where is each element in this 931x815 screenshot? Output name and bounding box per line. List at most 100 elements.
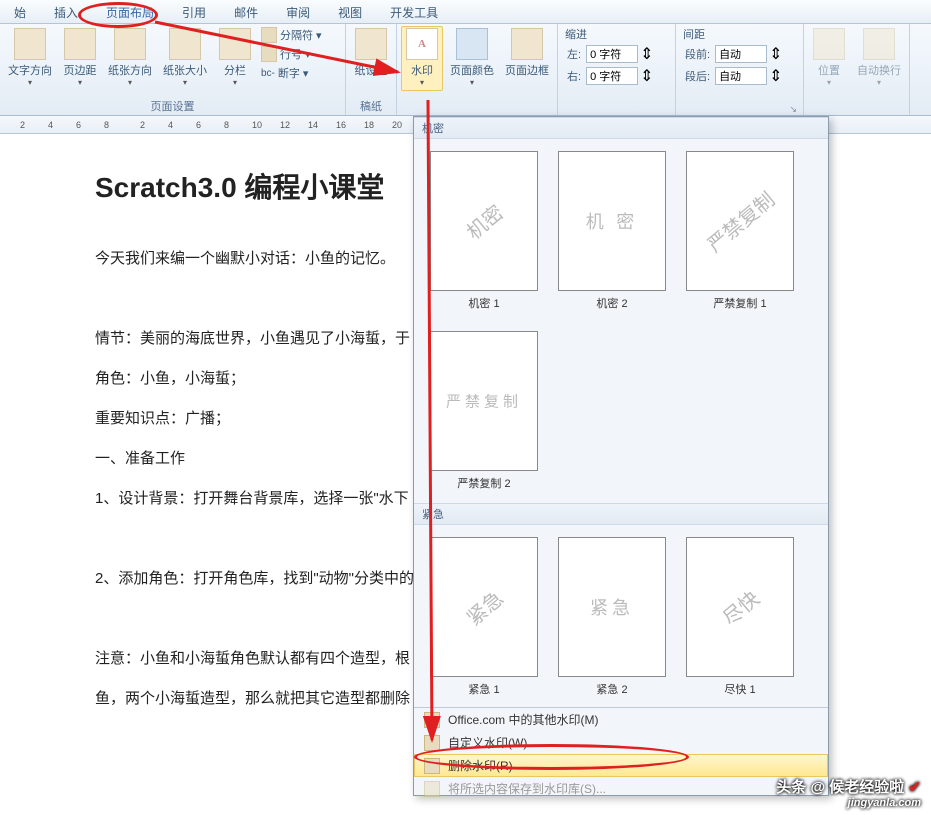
spacing-after-input[interactable] [715,67,767,85]
chevron-down-icon: ▾ [233,78,237,87]
tab-insert[interactable]: 插入 [40,0,92,23]
page-color-button[interactable]: 页面颜色▾ [446,26,498,89]
watermark-option-nocopy-2[interactable]: 严禁复制 严禁复制 2 [430,331,538,491]
lineno-icon [261,46,277,62]
watermark-preview-text: 严禁复制 [700,184,780,258]
position-button[interactable]: 位置▾ [808,26,850,89]
watermark-preview-text: 尽快 [715,583,764,631]
paper-setting-label: 纸设置 [355,62,388,78]
tab-start[interactable]: 始 [0,0,40,23]
paper-setting-button[interactable]: 纸设置 [350,26,392,80]
paper-size-label: 纸张大小 [163,62,207,78]
tab-dev-tools[interactable]: 开发工具 [376,0,452,23]
group-paper: 纸设置 稿纸 [346,24,397,115]
columns-label: 分栏 [224,62,246,78]
dropdown-section-urgent: 紧急 [414,503,828,525]
group-label-arrange [808,101,905,115]
attribution-line2: jingyanla.com [776,797,921,809]
group-label-spacing: ↘ [680,101,799,115]
watermark-option-urgent-1[interactable]: 紧急 紧急 1 [430,537,538,697]
group-indent: 缩进 左: ⇕ 右: ⇕ [558,24,676,115]
watermark-option-asap-1[interactable]: 尽快 尽快 1 [686,537,794,697]
watermark-button[interactable]: A水印▾ [401,26,443,91]
remove-watermark-item[interactable]: 删除水印(R) [414,754,828,777]
chevron-down-icon: ▾ [303,67,309,80]
watermark-caption: 机密 2 [558,295,666,311]
spacing-before-label: 段前: [682,46,713,62]
indent-left-input[interactable] [586,45,638,63]
spinner-icon[interactable]: ⇕ [769,66,782,86]
more-watermarks-office-item[interactable]: Office.com 中的其他水印(M) [414,708,828,731]
indent-left-label: 左: [564,46,584,62]
watermark-dropdown: 机密 机密 机密 1 机 密 机密 2 严禁复制 严禁复制 1 严禁复制 严禁复… [413,116,829,796]
custom-watermark-item[interactable]: 自定义水印(W)... [414,731,828,754]
watermark-caption: 紧急 2 [558,681,666,697]
chevron-down-icon: ▾ [470,78,474,87]
watermark-caption: 紧急 1 [430,681,538,697]
hyphen-label: 断字 [278,65,300,81]
chevron-down-icon: ▾ [28,78,32,87]
tab-page-layout[interactable]: 页面布局 [92,0,168,23]
chevron-down-icon: ▾ [305,48,311,61]
paper-size-button[interactable]: 纸张大小▾ [159,26,211,89]
dialog-launcher-icon[interactable]: ↘ [789,104,797,115]
group-arrange: 位置▾ 自动换行▾ [804,24,910,115]
tab-mail[interactable]: 邮件 [220,0,272,23]
watermark-preview-text: 机密 [459,197,508,245]
chevron-down-icon: ▾ [827,78,831,87]
breaks-label: 分隔符 [280,27,313,43]
tab-references[interactable]: 引用 [168,0,220,23]
chevron-down-icon: ▾ [316,29,322,42]
dropdown-footer: Office.com 中的其他水印(M) 自定义水印(W)... 删除水印(R)… [414,707,828,800]
page-border-button[interactable]: 页面边框 [501,26,553,80]
image-attribution: 头条 @ 候老经验啦 ✔ jingyanla.com [776,776,921,809]
indent-right-input[interactable] [586,67,638,85]
ribbon: 文字方向▾ 页边距▾ 纸张方向▾ 纸张大小▾ 分栏▾ 分隔符▾ 行号▾ bc-断… [0,24,931,116]
watermark-option-confidential-1[interactable]: 机密 机密 1 [430,151,538,311]
watermark-caption: 严禁复制 2 [430,475,538,491]
spinner-icon[interactable]: ⇕ [640,66,653,86]
group-page-setup: 文字方向▾ 页边距▾ 纸张方向▾ 纸张大小▾ 分栏▾ 分隔符▾ 行号▾ bc-断… [0,24,346,115]
custom-wm-icon [424,735,440,751]
dropdown-section-confidential: 机密 [414,117,828,139]
line-numbers-button[interactable]: 行号▾ [259,45,324,63]
chevron-down-icon: ▾ [128,78,132,87]
lineno-label: 行号 [280,46,302,62]
watermark-caption: 机密 1 [430,295,538,311]
watermark-preview-text: 机 密 [586,208,639,234]
watermark-preview-text: 严禁复制 [446,391,522,412]
office-icon [424,712,440,728]
breaks-button[interactable]: 分隔符▾ [259,26,324,44]
breaks-icon [261,27,277,43]
tab-view[interactable]: 视图 [324,0,376,23]
watermark-option-urgent-2[interactable]: 紧急 紧急 2 [558,537,666,697]
hyphenation-button[interactable]: bc-断字▾ [259,64,324,82]
watermark-label: 水印 [411,62,433,78]
group-label-page-setup: 页面设置 [4,97,341,115]
watermark-preview-text: 紧急 [590,594,634,620]
spacing-header: 间距 [680,26,799,42]
watermark-preview-text: 紧急 [459,583,508,631]
watermark-caption: 尽快 1 [686,681,794,697]
item-label: Office.com 中的其他水印(M) [448,711,598,728]
watermark-caption: 严禁复制 1 [686,295,794,311]
watermark-option-confidential-2[interactable]: 机 密 机密 2 [558,151,666,311]
margins-button[interactable]: 页边距▾ [59,26,101,89]
save-to-gallery-item: 将所选内容保存到水印库(S)... [414,777,828,800]
watermark-option-nocopy-1[interactable]: 严禁复制 严禁复制 1 [686,151,794,311]
columns-button[interactable]: 分栏▾ [214,26,256,89]
group-label-indent [562,101,671,115]
chevron-down-icon: ▾ [877,78,881,87]
spinner-icon[interactable]: ⇕ [640,44,653,64]
text-direction-button[interactable]: 文字方向▾ [4,26,56,89]
spacing-before-input[interactable] [715,45,767,63]
spinner-icon[interactable]: ⇕ [769,44,782,64]
wrap-text-button[interactable]: 自动换行▾ [853,26,905,89]
orientation-button[interactable]: 纸张方向▾ [104,26,156,89]
group-spacing: 间距 段前: ⇕ 段后: ⇕ ↘ [676,24,804,115]
attribution-line1: 头条 @ 候老经验啦 [776,779,904,796]
tab-review[interactable]: 审阅 [272,0,324,23]
indent-header: 缩进 [562,26,671,42]
wrap-label: 自动换行 [857,62,901,78]
indent-right-label: 右: [564,68,584,84]
